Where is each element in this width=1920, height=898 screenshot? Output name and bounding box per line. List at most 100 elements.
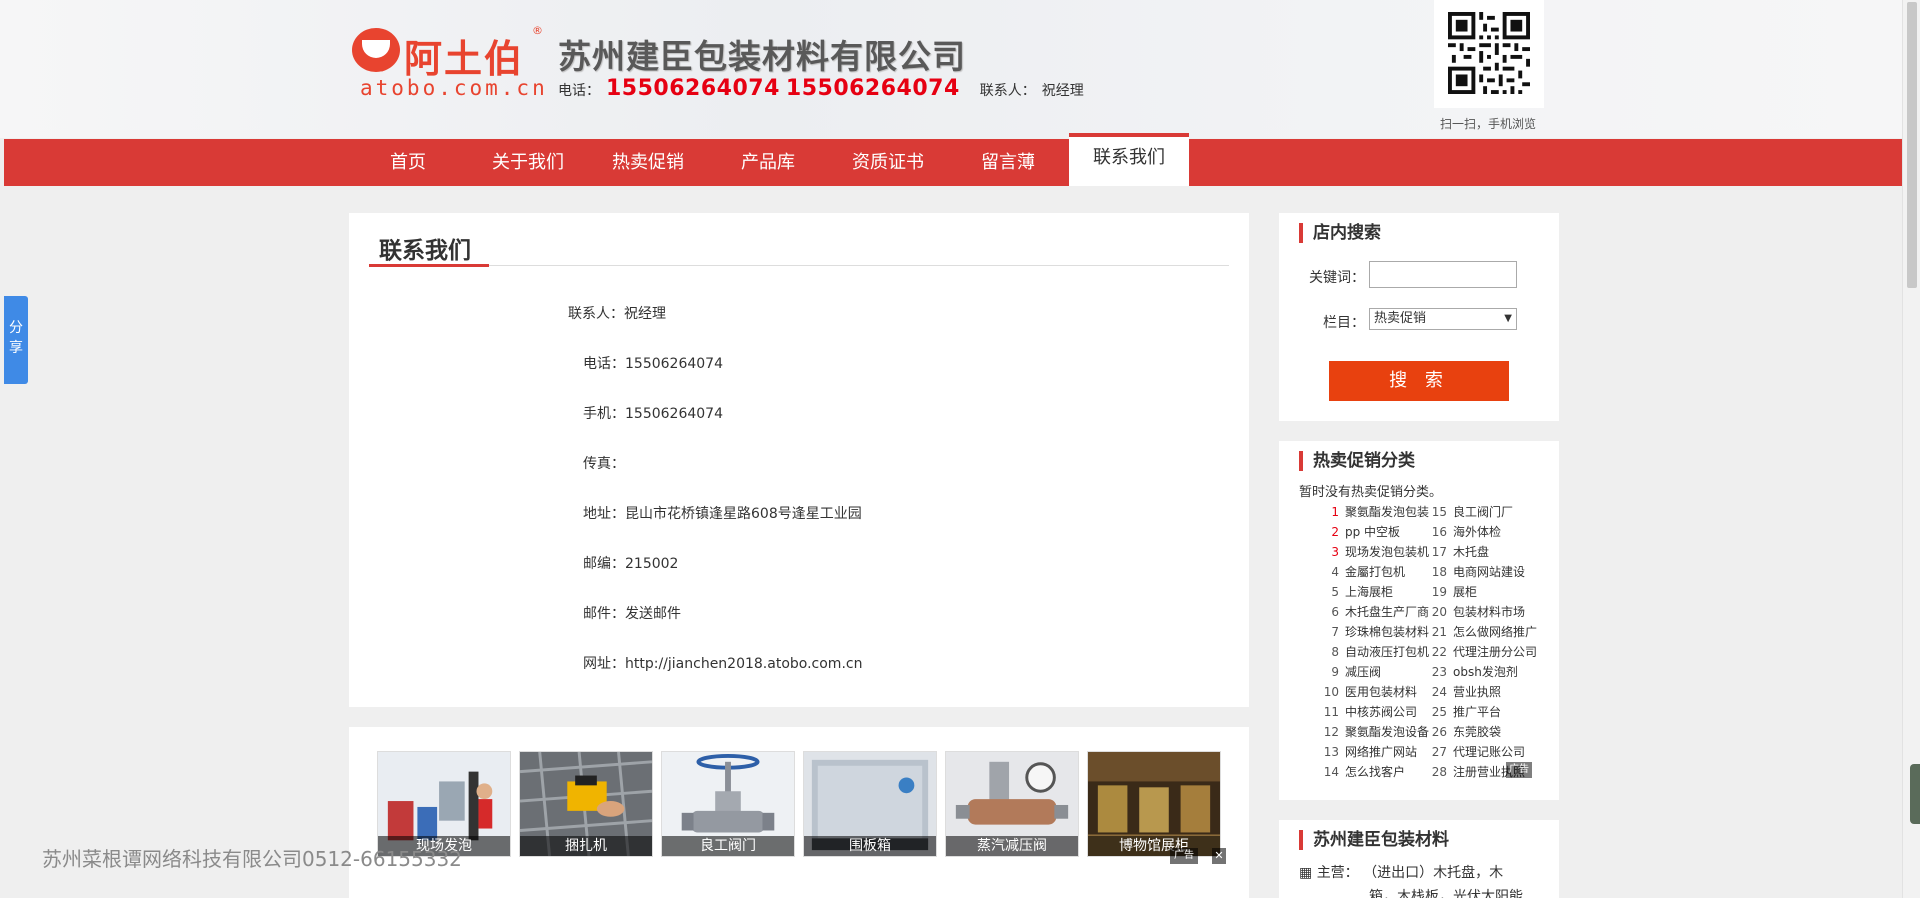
list-item[interactable]: 11 中核苏阀公司 (1319, 702, 1429, 722)
list-item[interactable]: 3 现场发泡包装机 (1319, 542, 1429, 562)
list-item[interactable]: 16 海外体检 (1427, 522, 1537, 542)
list-item[interactable]: 7 珍珠棉包装材料 (1319, 622, 1429, 642)
email-row: 邮件：发送邮件 (583, 603, 681, 623)
list-item[interactable]: 12 聚氨酯发泡设备 (1319, 722, 1429, 742)
product-label: 蒸汽减压阀 (946, 836, 1078, 856)
list-item[interactable]: 13 网络推广网站 (1319, 742, 1429, 762)
email-link[interactable]: 发送邮件 (625, 606, 681, 622)
company-panel-title: 苏州建臣包装材料 (1299, 830, 1449, 850)
store-search-panel: 店内搜索 关键词： 栏目： 热卖促销 ▼ 搜 索 (1279, 213, 1559, 421)
list-item[interactable]: 14 怎么找客户 (1319, 762, 1429, 782)
product-card-foam[interactable]: 现场发泡 (377, 751, 511, 857)
main-business-text-1: （进出口）木托盘，木 (1363, 865, 1504, 881)
search-panel-title: 店内搜索 (1299, 223, 1381, 243)
nav-item-products[interactable]: 产品库 (708, 139, 828, 186)
qr-caption: 扫一扫，手机浏览 (1440, 117, 1537, 131)
list-item[interactable]: 8 自动液压打包机 (1319, 642, 1429, 662)
list-item[interactable]: 9 减压阀 (1319, 662, 1429, 682)
email-label: 邮件： (583, 606, 625, 622)
ad-badge: 广告 (1170, 848, 1198, 864)
address-row: 地址：昆山市花桥镇逢星路608号逢星工业园 (583, 503, 862, 523)
page-title: 联系我们 (379, 238, 471, 264)
product-card-valve[interactable]: 良工阀门 (661, 751, 795, 857)
contact-person-label: 联系人： (568, 306, 624, 322)
title-underline (369, 264, 489, 267)
atobo-logo[interactable]: 阿土伯 ® atobo.com.cn (352, 22, 548, 100)
list-item[interactable]: 4 金屬打包机 (1319, 562, 1429, 582)
website-link[interactable]: http://jianchen2018.atobo.com.cn (625, 656, 862, 672)
nav-item-promotions[interactable]: 热卖促销 (588, 139, 708, 186)
scrollbar-thumb[interactable] (1907, 2, 1917, 288)
phone-number-1: 15506264074 (606, 76, 780, 101)
list-item[interactable]: 27 代理记账公司 (1427, 742, 1537, 762)
share-tab[interactable]: 分享 (4, 296, 28, 384)
main-nav: 首页 关于我们 热卖促销 产品库 资质证书 留言薄 联系我们 (4, 133, 1902, 186)
list-item[interactable]: 24 营业执照 (1427, 682, 1537, 702)
nav-item-certificates[interactable]: 资质证书 (828, 139, 948, 186)
contact-name: 祝经理 (1041, 83, 1084, 99)
floating-side-widget[interactable] (1910, 764, 1920, 824)
fax-row: 传真： (583, 453, 625, 473)
postcode-value: 215002 (625, 556, 679, 572)
address-value: 昆山市花桥镇逢星路608号逢星工业园 (625, 506, 862, 522)
list-item[interactable]: 15 良工阀门厂 (1427, 502, 1537, 522)
categories-empty-text: 暂时没有热卖促销分类。 (1299, 485, 1443, 500)
contact-person-row: 联系人：祝经理 (568, 303, 666, 323)
logo-url: atobo.com.cn (360, 76, 548, 100)
mobile-row: 手机：15506264074 (583, 403, 723, 423)
list-item[interactable]: 19 展柜 (1427, 582, 1537, 602)
list-item[interactable]: 5 上海展柜 (1319, 582, 1429, 602)
category-select[interactable]: 热卖促销 ▼ (1369, 308, 1517, 330)
product-card-museum-case[interactable]: 博物馆展柜 (1087, 751, 1221, 857)
logo-mascot-icon (352, 28, 400, 72)
list-item[interactable]: 22 代理注册分公司 (1427, 642, 1537, 662)
product-label: 围板箱 (804, 836, 936, 856)
list-item[interactable]: 1 聚氨酯发泡包装 (1319, 502, 1429, 522)
address-label: 地址： (583, 506, 625, 522)
list-item[interactable]: 20 包装材料市场 (1427, 602, 1537, 622)
list-item[interactable]: 23 obsh发泡剂 (1427, 662, 1537, 682)
nav-item-guestbook[interactable]: 留言薄 (948, 139, 1068, 186)
website-row: 网址：http://jianchen2018.atobo.com.cn (583, 653, 862, 673)
nav-item-contact[interactable]: 联系我们 (1069, 133, 1189, 186)
ad-close-icon[interactable]: ✕ (1212, 848, 1226, 864)
list-item[interactable]: 2 pp 中空板 (1319, 522, 1429, 542)
phone-label: 电话： (558, 83, 600, 99)
mobile-label: 手机： (583, 406, 625, 422)
postcode-row: 邮编：215002 (583, 553, 678, 573)
promo-categories-panel: 热卖促销分类 暂时没有热卖促销分类。 1 聚氨酯发泡包装 2 pp 中空板 3 现场发… (1279, 441, 1559, 800)
list-item[interactable]: 18 电商网站建设 (1427, 562, 1537, 582)
grid-icon: ▦ (1299, 865, 1313, 881)
list-item[interactable]: 17 木托盘 (1427, 542, 1537, 562)
phone-row-value: 15506264074 (625, 356, 723, 372)
list-item[interactable]: 21 怎么做网络推广 (1427, 622, 1537, 642)
search-button[interactable]: 搜 索 (1329, 361, 1509, 401)
qr-code-icon (1448, 12, 1530, 94)
product-label: 捆扎机 (520, 836, 652, 856)
postcode-label: 邮编： (583, 556, 625, 572)
product-card-strapping[interactable]: 捆扎机 (519, 751, 653, 857)
ad-keyword-list-left: 1 聚氨酯发泡包装 2 pp 中空板 3 现场发泡包装机 4 金屬打包机 5 上海展柜 6… (1319, 502, 1429, 782)
product-card-crate[interactable]: 围板箱 (803, 751, 937, 857)
product-label: 博物馆展柜 (1088, 836, 1220, 856)
header-contact-line: 电话： 15506264074 15506264074 联系人： 祝经理 (558, 76, 1084, 101)
main-business-label: 主营： (1316, 865, 1359, 881)
footer-company-overlay: 苏州菜根谭网络科技有限公司0512-66155332 (42, 847, 462, 871)
list-item[interactable]: 25 推广平台 (1427, 702, 1537, 722)
nav-item-about[interactable]: 关于我们 (468, 139, 588, 186)
list-item[interactable]: 26 东莞胶袋 (1427, 722, 1537, 742)
company-name: 苏州建臣包装材料有限公司 (558, 37, 966, 76)
mobile-value: 15506264074 (625, 406, 723, 422)
keyword-label: 关键词： (1309, 270, 1365, 286)
product-card-pressure-valve[interactable]: 蒸汽减压阀 (945, 751, 1079, 857)
website-label: 网址： (583, 656, 625, 672)
list-item[interactable]: 10 医用包装材料 (1319, 682, 1429, 702)
contact-person-value: 祝经理 (624, 306, 666, 322)
list-item[interactable]: 6 木托盘生产厂商 (1319, 602, 1429, 622)
nav-item-home[interactable]: 首页 (348, 139, 468, 186)
product-ad-strip: 现场发泡 捆扎机 良工阀门 围板箱 蒸汽减压阀 博物馆展柜 (349, 727, 1249, 898)
keyword-input[interactable] (1369, 261, 1517, 288)
sidebar-ad-badge: 广告 (1506, 762, 1532, 778)
company-info-panel: 苏州建臣包装材料 ▦ 主营： （进出口）木托盘，木 箱，木栈板，光伏太阳能 (1279, 820, 1559, 898)
logo-text: 阿土伯 (404, 37, 525, 81)
